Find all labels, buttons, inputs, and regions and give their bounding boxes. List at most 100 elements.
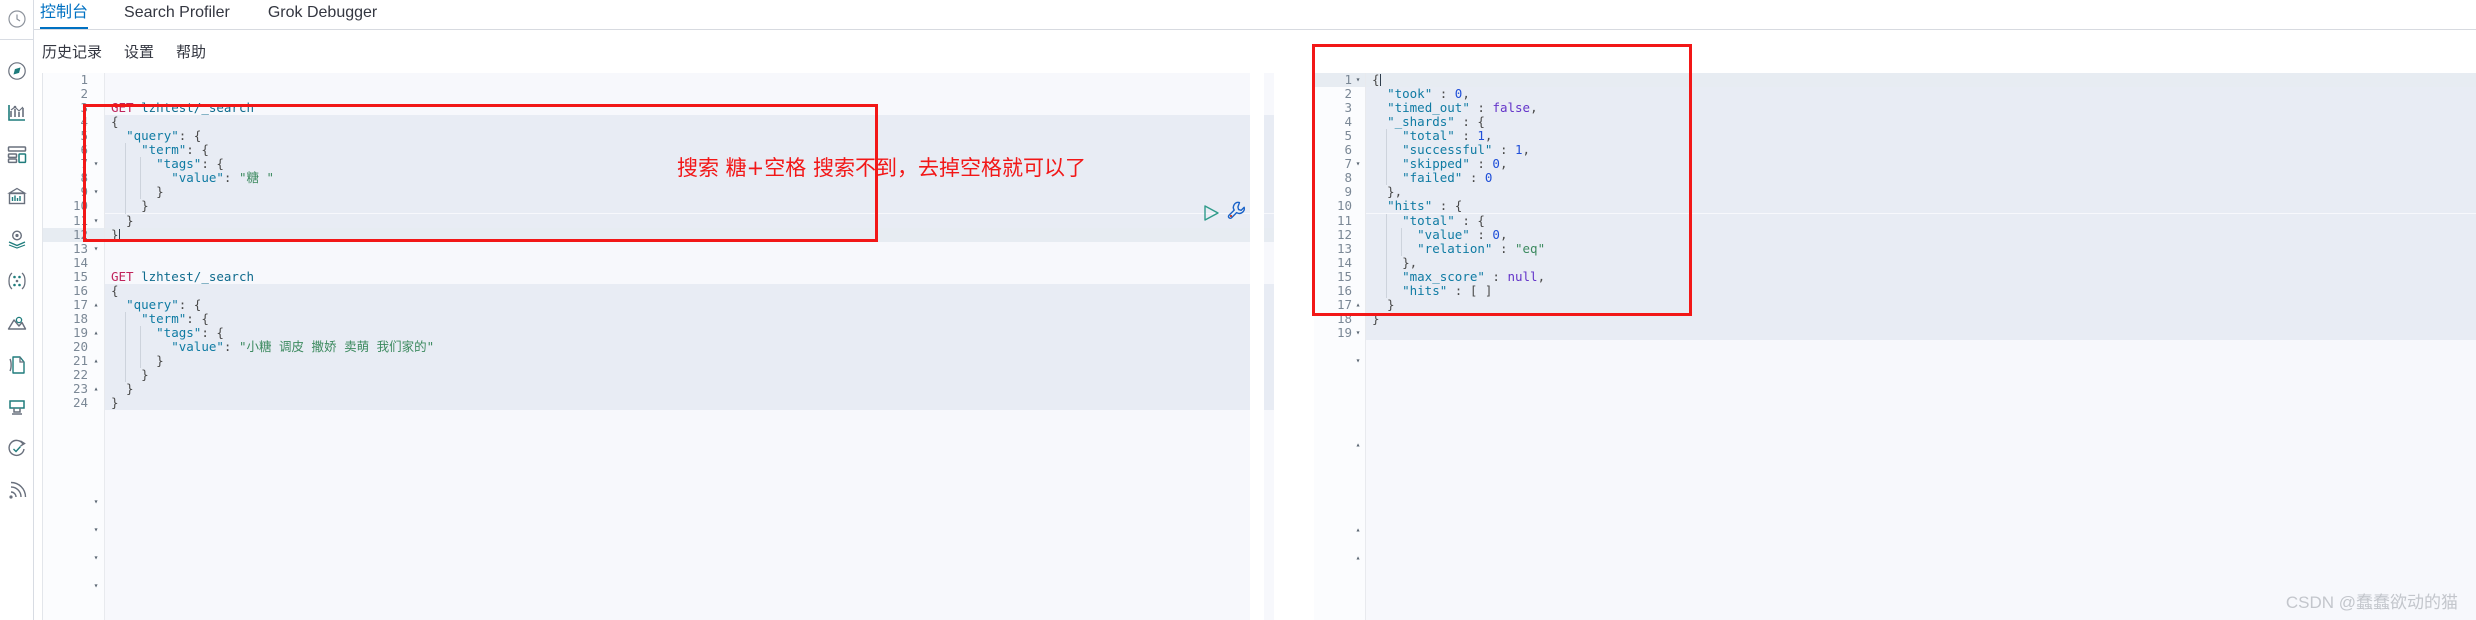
code-token: ,: [1499, 226, 1508, 242]
code-line: }: [1366, 310, 2476, 326]
code-line: "total" : {: [1366, 212, 2476, 228]
request-editor[interactable]: 1 2 3 4 ▾ 5 ▾ 6 ▾ 7 ▾ 8 9 ▴ 10 ▴ 11 ▴ 12 ▴ 13 14 15 16 ▾ 17 ▾ 18 ▾ 19…: [42, 73, 1274, 620]
code-token: "term": [141, 142, 187, 158]
line-number: 5: [1344, 128, 1352, 144]
tab-console[interactable]: 控制台: [40, 0, 89, 30]
text-caret: [1379, 74, 1381, 86]
code-token: :: [1462, 170, 1485, 186]
code-token: "eq": [1515, 240, 1546, 256]
code-line: }: [105, 199, 1274, 214]
fold-open-icon[interactable]: ▾: [1353, 73, 1363, 87]
code-token: : {: [186, 310, 209, 326]
canvas-icon[interactable]: [4, 184, 30, 210]
code-line: }: [105, 213, 1274, 228]
code-line: "hits" : [ ]: [1366, 283, 2476, 298]
siem-icon[interactable]: [4, 478, 30, 504]
line-number: 18 ▾: [43, 311, 104, 561]
wrench-icon[interactable]: [1226, 200, 1248, 227]
code-token: "relation": [1417, 240, 1493, 256]
code-token: "tags": [156, 324, 202, 340]
submenu-item-settings[interactable]: 设置: [124, 41, 154, 62]
line-number: 4 ▾: [1314, 115, 1365, 169]
code-line: },: [1366, 255, 2476, 270]
response-viewer[interactable]: 1 ▾ 2 3 4 ▾ 5 6 7 8 9 ▴ 10 ▾ 11 ▾ 12 13 14 ▴ 15 16 17 ▴ 18 ▴ 19 { …: [1314, 73, 2476, 620]
submenu-item-help[interactable]: 帮助: [176, 41, 206, 62]
line-number: 2: [80, 86, 88, 102]
fold-close-icon[interactable]: ▴: [1353, 438, 1363, 452]
line-number: 11 ▾: [1314, 213, 1365, 365]
play-request-icon[interactable]: [1202, 204, 1222, 227]
line-number: 20: [72, 338, 88, 354]
machine-learning-icon[interactable]: [4, 268, 30, 294]
tab-grok-debugger[interactable]: Grok Debugger: [268, 0, 377, 30]
fold-open-icon[interactable]: ▾: [91, 579, 101, 593]
line-number: 19 ▾: [43, 325, 104, 589]
apm-icon[interactable]: [4, 394, 30, 420]
line-number: 7 ▾: [43, 157, 104, 253]
request-editor-scrollbar-track[interactable]: [1250, 73, 2476, 620]
code-token: {: [111, 282, 119, 298]
code-line: "relation" : "eq": [1366, 240, 2476, 256]
code-line: "tags": {: [105, 324, 1274, 340]
code-line: "value": "小糖 调皮 撒娇 卖萌 我们家的": [105, 339, 1274, 354]
code-token: ,: [1537, 268, 1546, 284]
code-token: : {: [1454, 212, 1485, 228]
code-token: :: [1492, 142, 1515, 158]
code-token: :: [223, 170, 239, 186]
submenu-item-history[interactable]: 历史记录: [42, 41, 102, 62]
code-token: "value": [171, 170, 224, 186]
logs-icon[interactable]: [4, 352, 30, 378]
fold-open-icon[interactable]: ▾: [91, 495, 101, 509]
recently-viewed-icon[interactable]: [4, 6, 30, 32]
code-token: :: [1492, 240, 1515, 256]
uptime-icon[interactable]: [4, 436, 30, 462]
code-token: },: [1372, 184, 1403, 200]
line-number: 5 ▾: [43, 129, 104, 197]
annotation-note: 搜索 糖+空格 搜索不到，去掉空格就可以了: [677, 156, 1086, 180]
dashboard-icon[interactable]: [4, 142, 30, 168]
fold-open-icon[interactable]: ▾: [1353, 354, 1363, 368]
line-number: 6: [1344, 142, 1352, 158]
fold-open-icon[interactable]: ▾: [91, 551, 101, 565]
code-token: "total": [1402, 128, 1455, 144]
code-token: lzhtest/_search: [141, 268, 254, 284]
code-token: "query": [126, 296, 179, 312]
code-token: :: [1469, 226, 1493, 242]
infrastructure-icon[interactable]: [4, 310, 30, 336]
discover-icon[interactable]: [4, 58, 30, 84]
code-line: "term": {: [105, 310, 1274, 326]
line-number: 1: [80, 73, 88, 87]
maps-icon[interactable]: [4, 226, 30, 252]
indent-guide: [140, 325, 141, 369]
code-token: }: [111, 184, 164, 200]
fold-close-icon[interactable]: ▴: [1353, 523, 1363, 537]
visualize-icon[interactable]: [4, 100, 30, 126]
code-line: "value" : 0,: [1366, 226, 2476, 242]
code-token: ,: [1522, 142, 1531, 158]
fold-close-icon[interactable]: ▴: [1353, 551, 1363, 565]
code-token: }: [1372, 310, 1380, 326]
line-number: 1 ▾: [1314, 73, 1365, 88]
code-line: "total" : 1,: [1366, 128, 2476, 144]
tab-search-profiler[interactable]: Search Profiler: [124, 0, 230, 30]
code-token: : {: [178, 128, 202, 144]
code-token: GET: [111, 100, 134, 116]
code-token: : {: [201, 324, 224, 340]
indent-guide: [1386, 213, 1387, 298]
fold-open-icon[interactable]: ▾: [91, 523, 101, 537]
code-line: }: [105, 184, 1274, 200]
code-token: ,: [1462, 86, 1470, 102]
request-editor-gutter: 1 2 3 4 ▾ 5 ▾ 6 ▾ 7 ▾ 8 9 ▴ 10 ▴ 11 ▴ 12 ▴ 13 14 15 16 ▾ 17 ▾ 18 ▾ 19…: [43, 73, 105, 620]
code-line: GET lzhtest/_search: [105, 101, 1274, 115]
